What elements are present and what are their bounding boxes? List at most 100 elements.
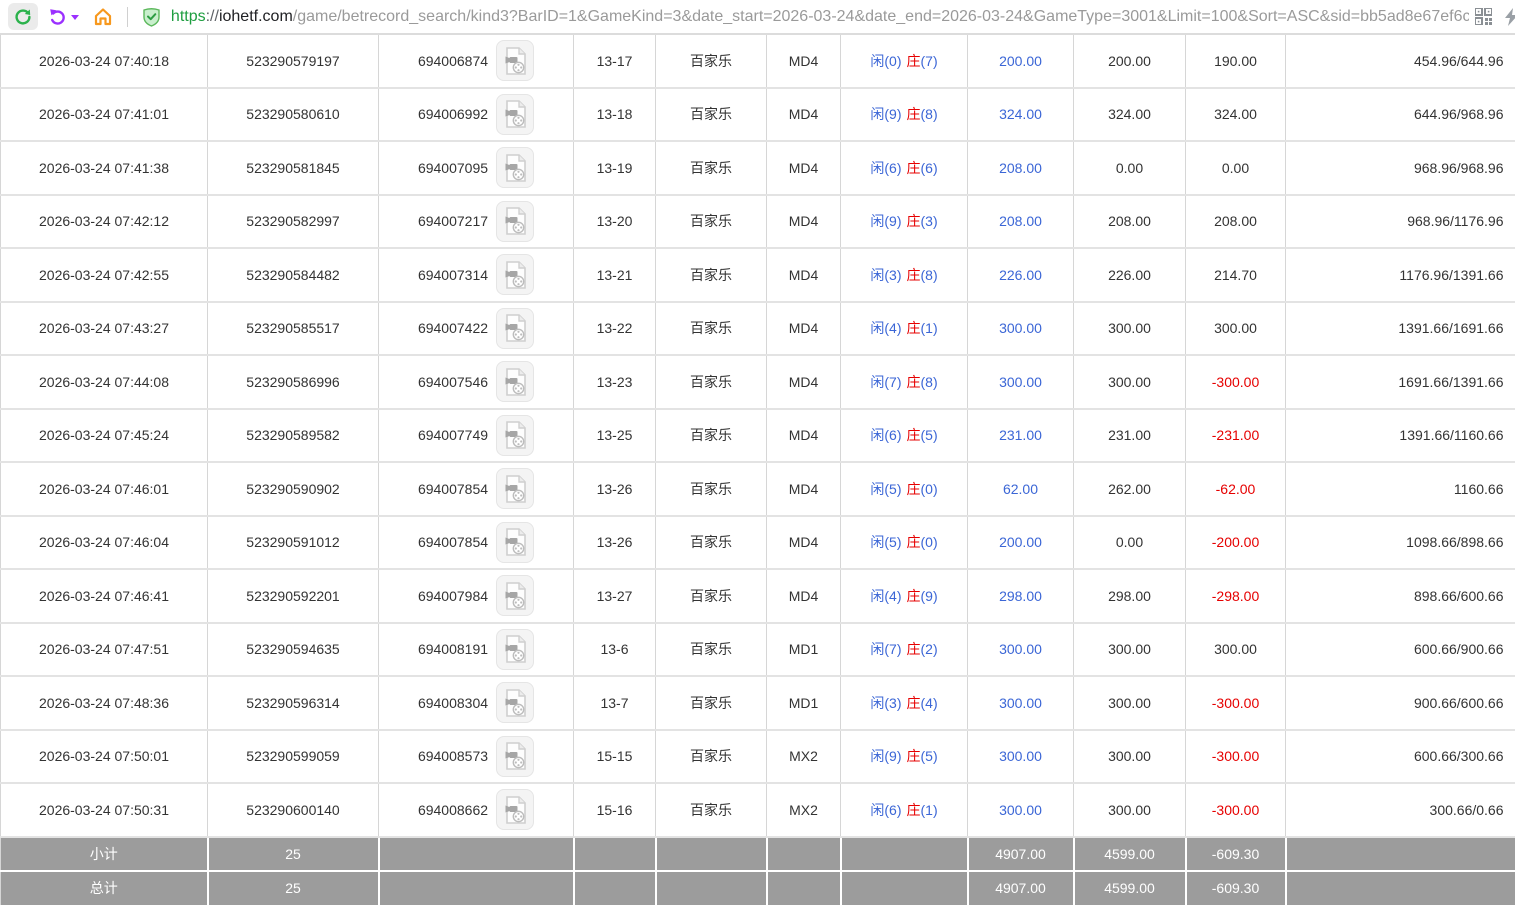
table-row: 2026-03-24 07:50:01 523290599059 6940085… — [1, 730, 1515, 784]
video-record-button[interactable] — [496, 40, 534, 81]
bet-time: 2026-03-24 07:50:31 — [1, 783, 208, 837]
round-id: 694007854 — [418, 534, 488, 550]
bet-amount-link[interactable]: 300.00 — [999, 320, 1042, 336]
total-count: 25 — [208, 871, 379, 905]
result-cell: 闲(4)庄(1) — [841, 302, 968, 356]
bet-amount-cell: 208.00 — [968, 195, 1074, 249]
bet-amount-link[interactable]: 300.00 — [999, 374, 1042, 390]
table-row: 2026-03-24 07:46:41 523290592201 6940079… — [1, 569, 1515, 623]
video-record-button[interactable] — [496, 254, 534, 295]
room-code: MD4 — [767, 355, 841, 409]
video-record-button[interactable] — [496, 629, 534, 670]
banker-points: (8) — [921, 106, 938, 122]
game-name: 百家乐 — [656, 34, 767, 88]
undo-dropdown-caret[interactable] — [71, 15, 79, 20]
room-code: MD1 — [767, 623, 841, 677]
valid-amount: 300.00 — [1074, 783, 1186, 837]
home-button[interactable] — [93, 7, 113, 27]
security-shield-button[interactable] — [142, 7, 161, 27]
video-record-icon — [502, 795, 528, 825]
bet-amount-cell: 300.00 — [968, 355, 1074, 409]
bet-time: 2026-03-24 07:50:01 — [1, 730, 208, 784]
video-record-button[interactable] — [496, 201, 534, 242]
banker-label: 庄 — [907, 748, 921, 764]
player-label: 闲 — [870, 695, 884, 711]
flash-button[interactable] — [1502, 7, 1515, 27]
bet-amount-cell: 200.00 — [968, 34, 1074, 88]
bet-amount-link[interactable]: 324.00 — [999, 106, 1042, 122]
banker-points: (1) — [921, 802, 938, 818]
bet-amount-link[interactable]: 300.00 — [999, 641, 1042, 657]
round-id: 694007422 — [418, 320, 488, 336]
winloss-amount: -300.00 — [1186, 783, 1286, 837]
game-name: 百家乐 — [656, 730, 767, 784]
banker-label: 庄 — [907, 641, 921, 657]
bet-amount-link[interactable]: 208.00 — [999, 213, 1042, 229]
balance: 644.96/968.96 — [1286, 88, 1515, 142]
bet-amount-link[interactable]: 208.00 — [999, 160, 1042, 176]
video-record-button[interactable] — [496, 308, 534, 349]
balance: 968.96/1176.96 — [1286, 195, 1515, 249]
bet-amount-link[interactable]: 231.00 — [999, 427, 1042, 443]
bet-amount-link[interactable]: 300.00 — [999, 748, 1042, 764]
bet-amount-link[interactable]: 226.00 — [999, 267, 1042, 283]
table-row: 2026-03-24 07:42:55 523290584482 6940073… — [1, 248, 1515, 302]
result-cell: 闲(6)庄(1) — [841, 783, 968, 837]
video-record-button[interactable] — [496, 147, 534, 188]
winloss-amount: 0.00 — [1186, 141, 1286, 195]
player-points: (7) — [884, 374, 901, 390]
refresh-button[interactable] — [8, 3, 38, 30]
result-cell: 闲(9)庄(5) — [841, 730, 968, 784]
subtotal-winloss: -609.30 — [1186, 837, 1286, 871]
valid-amount: 262.00 — [1074, 462, 1186, 516]
home-icon — [93, 7, 113, 27]
video-record-button[interactable] — [496, 736, 534, 777]
round-cell: 694008304 — [379, 676, 574, 730]
video-record-button[interactable] — [496, 789, 534, 830]
video-record-icon — [502, 367, 528, 397]
bet-id: 523290584482 — [208, 248, 379, 302]
qr-code-button[interactable] — [1475, 8, 1492, 25]
video-record-button[interactable] — [496, 361, 534, 402]
video-record-icon — [502, 99, 528, 129]
undo-button[interactable] — [48, 7, 67, 26]
table-number: 13-20 — [574, 195, 656, 249]
round-cell: 694007854 — [379, 462, 574, 516]
video-record-button[interactable] — [496, 522, 534, 563]
bet-amount-link[interactable]: 200.00 — [999, 53, 1042, 69]
room-code: MX2 — [767, 730, 841, 784]
bet-amount-cell: 208.00 — [968, 141, 1074, 195]
valid-amount: 300.00 — [1074, 355, 1186, 409]
balance: 900.66/600.66 — [1286, 676, 1515, 730]
toolbar-divider — [127, 7, 128, 27]
bet-time: 2026-03-24 07:41:01 — [1, 88, 208, 142]
bet-amount-link[interactable]: 200.00 — [999, 534, 1042, 550]
video-record-button[interactable] — [496, 415, 534, 456]
video-record-button[interactable] — [496, 575, 534, 616]
url-address[interactable]: https://iohetf.com/game/betrecord_search… — [171, 8, 1469, 26]
table-body: 2026-03-24 07:40:18 523290579197 6940068… — [1, 34, 1515, 837]
banker-points: (7) — [921, 53, 938, 69]
round-cell: 694006992 — [379, 88, 574, 142]
video-record-button[interactable] — [496, 682, 534, 723]
bet-amount-link[interactable]: 300.00 — [999, 695, 1042, 711]
total-bet: 4907.00 — [968, 871, 1074, 905]
bet-time: 2026-03-24 07:48:36 — [1, 676, 208, 730]
round-cell: 694006874 — [379, 34, 574, 88]
bet-time: 2026-03-24 07:47:51 — [1, 623, 208, 677]
banker-label: 庄 — [907, 160, 921, 176]
bet-amount-link[interactable]: 300.00 — [999, 802, 1042, 818]
bet-amount-cell: 226.00 — [968, 248, 1074, 302]
winloss-amount: -298.00 — [1186, 569, 1286, 623]
game-name: 百家乐 — [656, 355, 767, 409]
bet-records-table: 2026-03-24 07:40:18 523290579197 6940068… — [0, 33, 1515, 905]
bet-amount-link[interactable]: 62.00 — [1003, 481, 1038, 497]
video-record-button[interactable] — [496, 94, 534, 135]
balance: 1160.66 — [1286, 462, 1515, 516]
table-number: 13-23 — [574, 355, 656, 409]
bet-id: 523290592201 — [208, 569, 379, 623]
player-label: 闲 — [870, 374, 884, 390]
round-cell: 694007314 — [379, 248, 574, 302]
video-record-button[interactable] — [496, 468, 534, 509]
bet-amount-link[interactable]: 298.00 — [999, 588, 1042, 604]
